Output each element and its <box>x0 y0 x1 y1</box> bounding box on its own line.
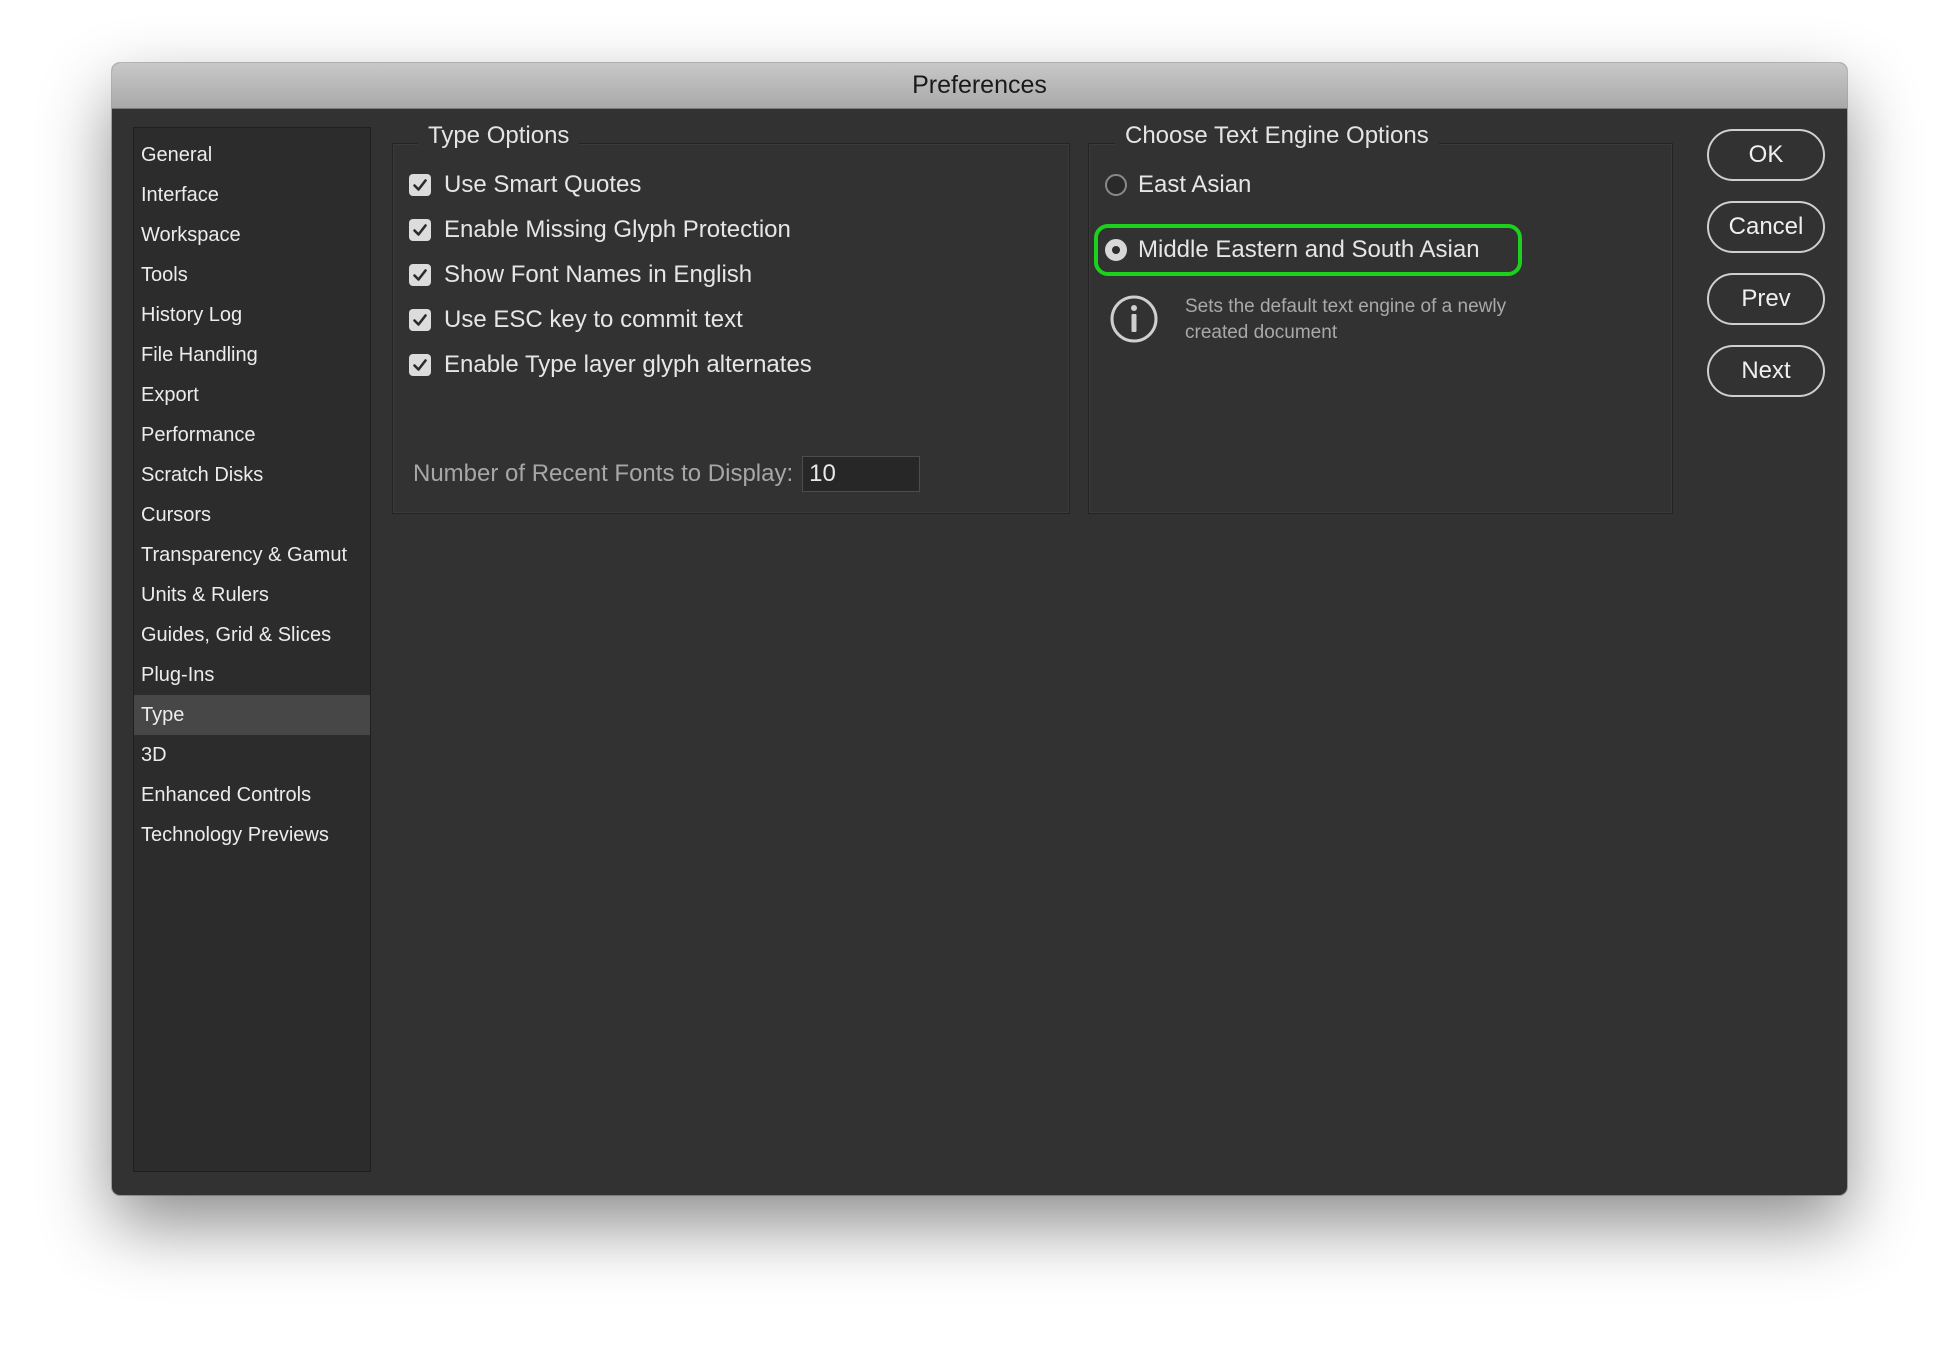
type-options-group: Type Options Use Smart Quotes Enable Mis… <box>392 122 1070 514</box>
sidebar-item-workspace[interactable]: Workspace <box>134 215 370 255</box>
middle-eastern-south-asian-label: Middle Eastern and South Asian <box>1138 236 1480 263</box>
missing-glyph-protection-checkbox[interactable] <box>409 219 431 241</box>
font-names-english-checkbox[interactable] <box>409 264 431 286</box>
recent-fonts-label: Number of Recent Fonts to Display: <box>413 460 794 487</box>
window-title: Preferences <box>112 63 1847 109</box>
use-smart-quotes-checkbox[interactable] <box>409 174 431 196</box>
checkmark-icon <box>413 179 427 191</box>
type-options-title: Type Options <box>418 122 580 150</box>
sidebar-item-technology-previews[interactable]: Technology Previews <box>134 815 370 855</box>
sidebar-item-performance[interactable]: Performance <box>134 415 370 455</box>
checkmark-icon <box>413 359 427 371</box>
esc-commit-text-checkbox[interactable] <box>409 309 431 331</box>
sidebar-item-general[interactable]: General <box>134 135 370 175</box>
text-engine-title: Choose Text Engine Options <box>1115 122 1439 150</box>
sidebar-item-plug-ins[interactable]: Plug-Ins <box>134 655 370 695</box>
checkmark-icon <box>413 224 427 236</box>
radio-selected-dot <box>1112 246 1120 254</box>
recent-fonts-row: Number of Recent Fonts to Display: 10 <box>413 456 921 492</box>
ok-button[interactable]: OK <box>1707 129 1825 181</box>
sidebar-item-tools[interactable]: Tools <box>134 255 370 295</box>
east-asian-label: East Asian <box>1138 171 1252 198</box>
cancel-button[interactable]: Cancel <box>1707 201 1825 253</box>
sidebar-item-type[interactable]: Type <box>134 695 370 735</box>
text-engine-info: Sets the default text engine of a newly … <box>1185 296 1507 343</box>
sidebar-item-interface[interactable]: Interface <box>134 175 370 215</box>
prev-button[interactable]: Prev <box>1707 273 1825 325</box>
esc-commit-text-option[interactable]: Use ESC key to commit text <box>409 305 743 335</box>
middle-eastern-south-asian-option[interactable]: Middle Eastern and South Asian <box>1105 235 1480 265</box>
glyph-alternates-checkbox[interactable] <box>409 354 431 376</box>
east-asian-radio[interactable] <box>1105 174 1127 196</box>
preferences-sidebar: General Interface Workspace Tools Histor… <box>133 127 371 1172</box>
info-icon <box>1110 295 1158 343</box>
sidebar-item-guides-grid-slices[interactable]: Guides, Grid & Slices <box>134 615 370 655</box>
sidebar-item-scratch-disks[interactable]: Scratch Disks <box>134 455 370 495</box>
sidebar-item-history-log[interactable]: History Log <box>134 295 370 335</box>
text-engine-group: Choose Text Engine Options East Asian Mi… <box>1088 122 1673 514</box>
esc-commit-text-label: Use ESC key to commit text <box>444 306 743 333</box>
sidebar-item-file-handling[interactable]: File Handling <box>134 335 370 375</box>
sidebar-item-cursors[interactable]: Cursors <box>134 495 370 535</box>
middle-eastern-south-asian-radio[interactable] <box>1105 239 1127 261</box>
font-names-english-option[interactable]: Show Font Names in English <box>409 260 752 290</box>
next-button[interactable]: Next <box>1707 345 1825 397</box>
preferences-dialog: Preferences General Interface Workspace … <box>112 63 1847 1195</box>
sidebar-item-export[interactable]: Export <box>134 375 370 415</box>
sidebar-item-transparency-gamut[interactable]: Transparency & Gamut <box>134 535 370 575</box>
missing-glyph-protection-label: Enable Missing Glyph Protection <box>444 216 791 243</box>
missing-glyph-protection-option[interactable]: Enable Missing Glyph Protection <box>409 215 791 245</box>
use-smart-quotes-option[interactable]: Use Smart Quotes <box>409 170 641 200</box>
font-names-english-label: Show Font Names in English <box>444 261 753 288</box>
sidebar-item-units-rulers[interactable]: Units & Rulers <box>134 575 370 615</box>
recent-fonts-input[interactable]: 10 <box>802 456 921 492</box>
glyph-alternates-option[interactable]: Enable Type layer glyph alternates <box>409 350 812 380</box>
sidebar-item-3d[interactable]: 3D <box>134 735 370 775</box>
use-smart-quotes-label: Use Smart Quotes <box>444 171 642 198</box>
checkmark-icon <box>413 269 427 281</box>
sidebar-item-enhanced-controls[interactable]: Enhanced Controls <box>134 775 370 815</box>
glyph-alternates-label: Enable Type layer glyph alternates <box>444 351 812 378</box>
east-asian-option[interactable]: East Asian <box>1105 170 1251 200</box>
checkmark-icon <box>413 314 427 326</box>
